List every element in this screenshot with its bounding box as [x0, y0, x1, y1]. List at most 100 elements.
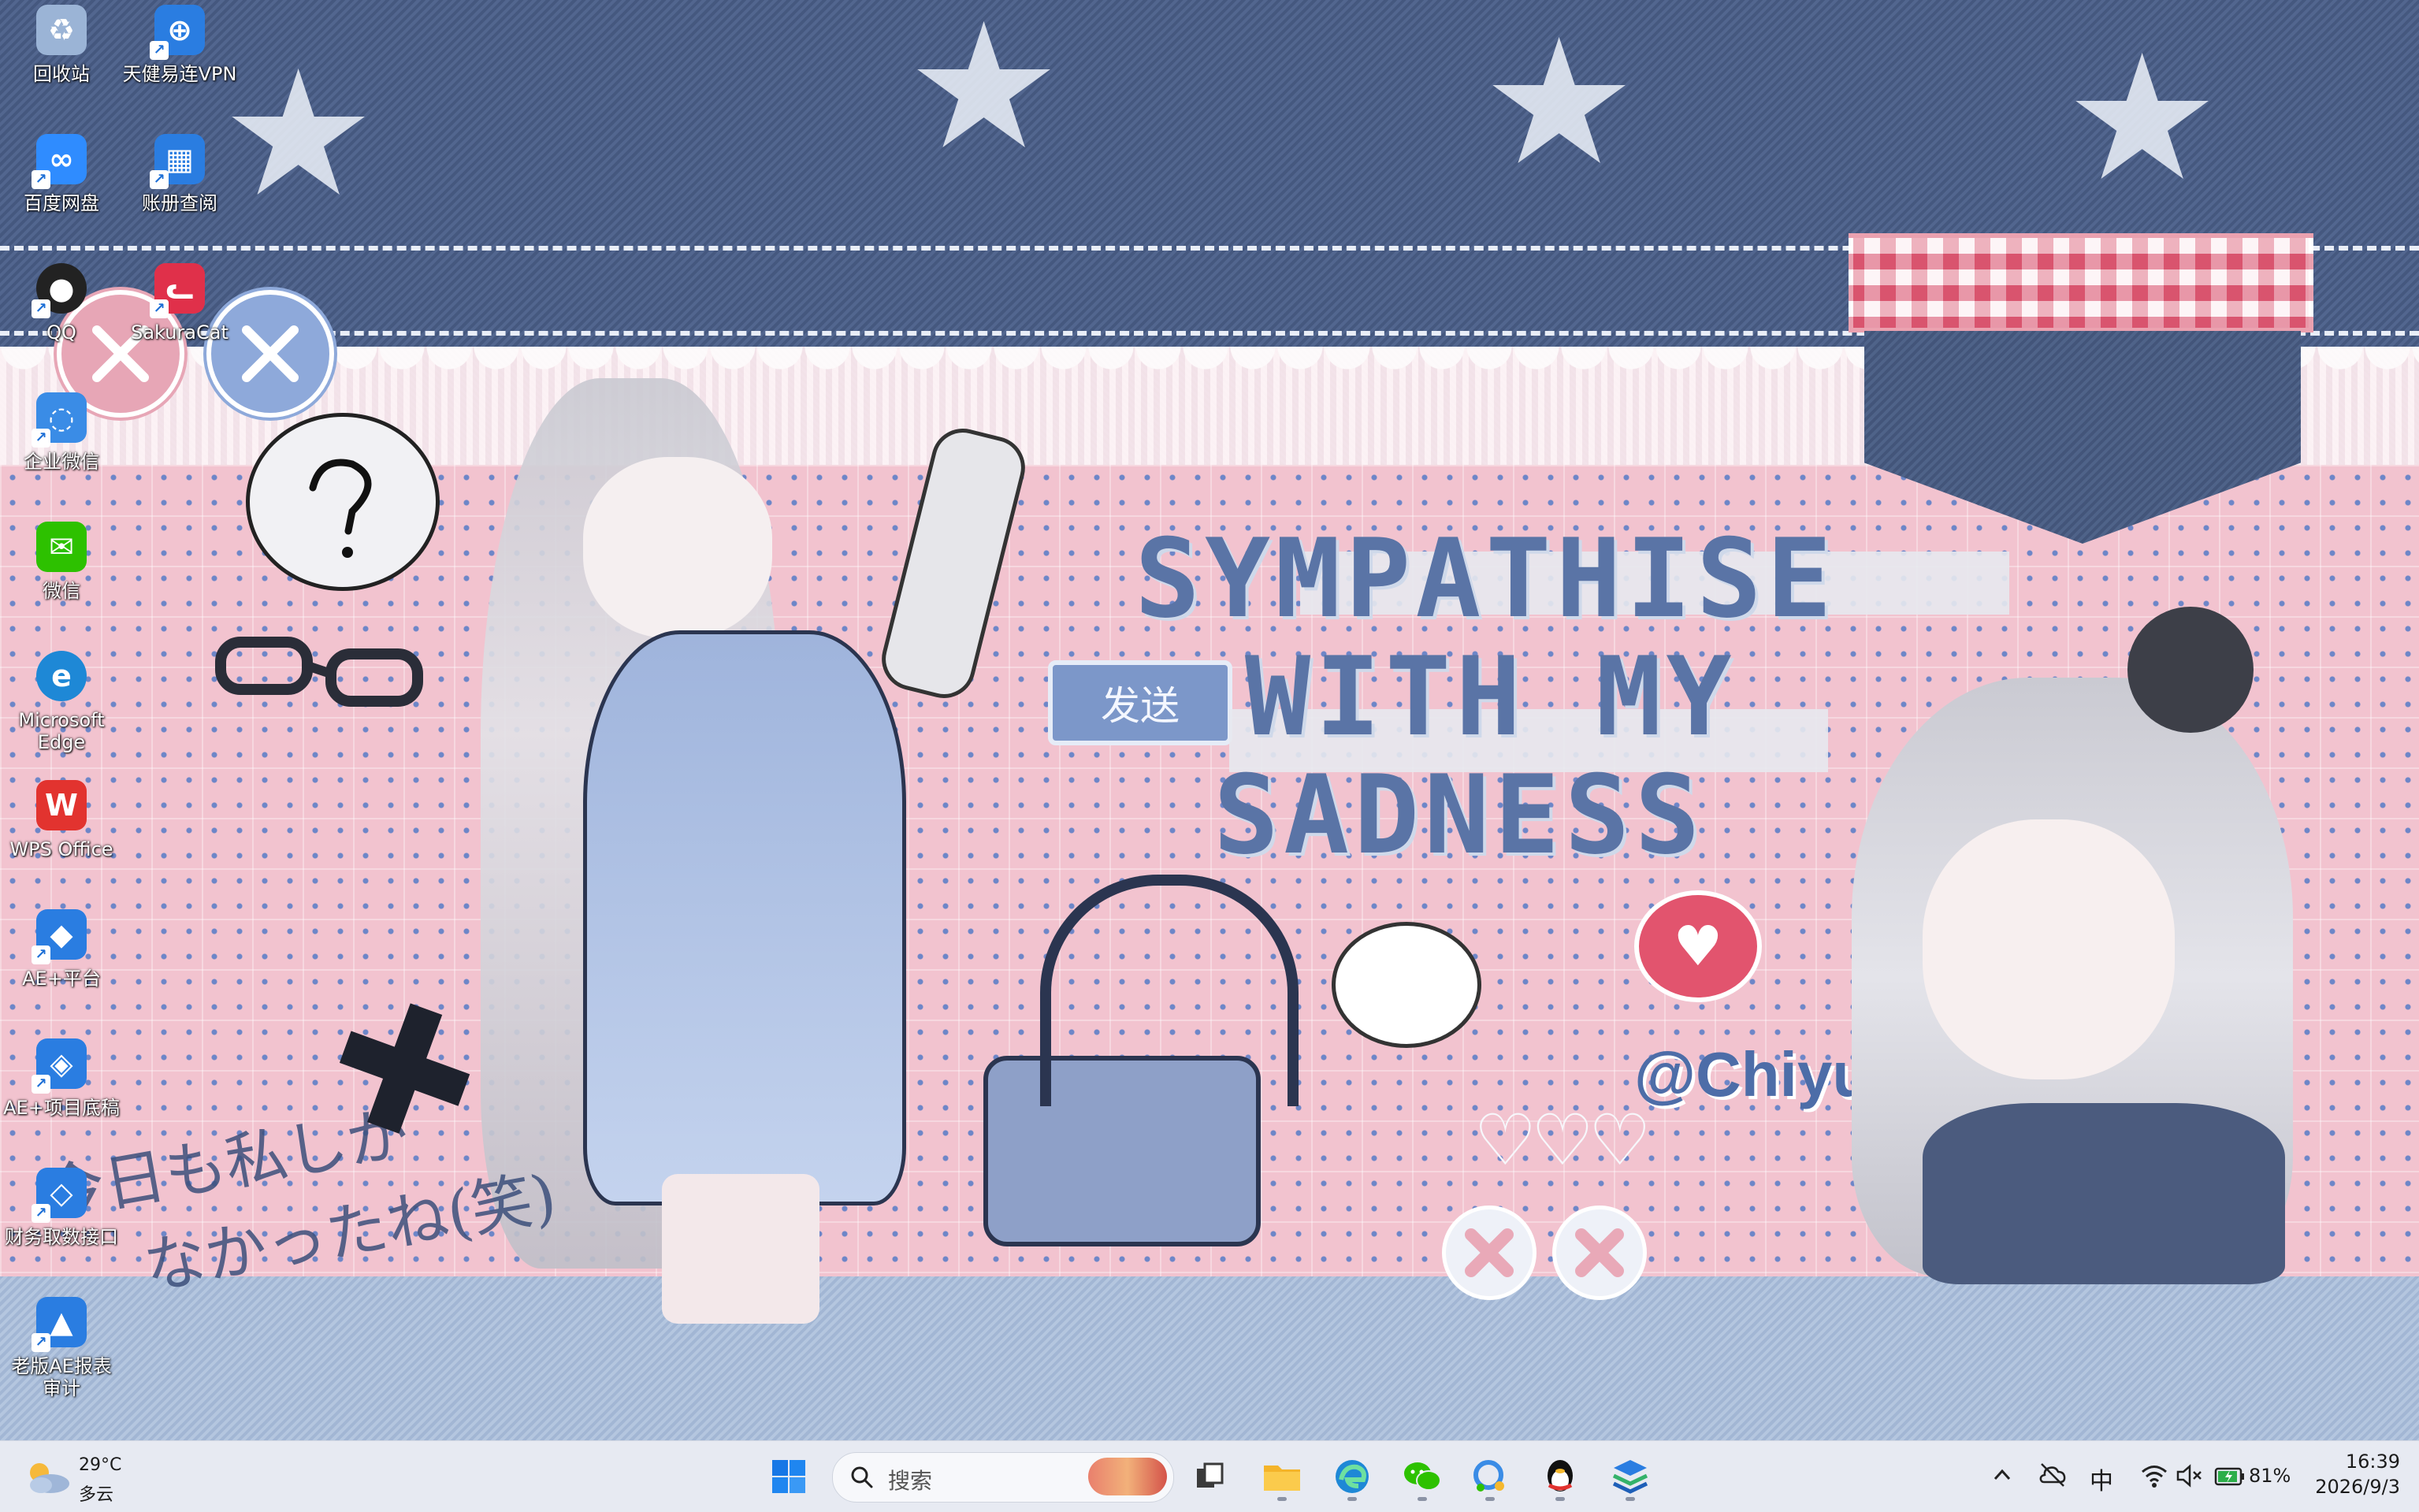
desktop-icon-wecom[interactable]: ◌ ↗ 企业微信 [0, 388, 123, 511]
qq-penguin-icon: ● ↗ [32, 263, 87, 318]
desktop-icon-label: 财务取数接口 [5, 1226, 118, 1248]
question-bubble-icon [246, 413, 440, 591]
title-line-2: WITH MY [1245, 633, 1737, 760]
folder-icon [1264, 1466, 1300, 1491]
star-decoration: ★ [1481, 2, 1637, 203]
wechat-button[interactable] [1396, 1451, 1448, 1503]
clock-time: 16:39 [2345, 1451, 2400, 1473]
weather-desc: 多云 [79, 1485, 114, 1505]
desktop-icon-sakuracat[interactable]: ᓚ ↗ SakuraCat [118, 258, 241, 381]
running-indicator [1555, 1497, 1565, 1501]
battery-charging-icon [2214, 1467, 2244, 1486]
glasses-icon [215, 637, 423, 707]
desktop-icon-wechat[interactable]: ✉ 微信 [0, 517, 123, 640]
desktop-icon-ae-project[interactable]: ◈ ↗ AE+项目底稿 [0, 1034, 123, 1157]
star-decoration: ★ [221, 33, 377, 235]
wallpaper-title: SYMPATHISE WITH MY SADNESS [1135, 520, 1994, 875]
start-button[interactable] [763, 1451, 815, 1503]
ghost-cat-icon [1332, 922, 1481, 1048]
gingham-ribbon [1849, 233, 2313, 332]
desktop-icon-label: 回收站 [33, 63, 90, 85]
running-indicator [1347, 1497, 1357, 1501]
desktop-icon-label: AE+平台 [22, 968, 101, 990]
weather-temp: 29°C [79, 1455, 122, 1475]
wecom-icon: ◌ ↗ [32, 392, 87, 448]
show-hidden-icons-button[interactable] [1989, 1462, 2016, 1488]
pink-x-decoration-icon [1552, 1206, 1647, 1300]
desktop-icon-vpn[interactable]: ⊕ ↗ 天健易连VPN [118, 0, 241, 123]
star-decoration: ★ [2064, 17, 2220, 219]
desktop-icon-wps[interactable]: W WPS Office [0, 775, 123, 898]
vpn-icon: ⊕ ↗ [150, 5, 205, 60]
recycle-bin-icon: ♻ [36, 5, 87, 55]
desktop-icon-label: SakuraCat [131, 321, 229, 344]
wecom-button[interactable] [1464, 1451, 1516, 1503]
layers-app-button[interactable] [1604, 1451, 1656, 1503]
star-decoration: ★ [906, 0, 1062, 188]
ae-project-icon: ◈ ↗ [32, 1038, 87, 1094]
desktop-icon-label: 百度网盘 [24, 192, 99, 214]
handbag-strap [1040, 875, 1299, 1106]
heart-bubble-icon: ♥ [1634, 890, 1762, 1002]
task-view-button[interactable] [1183, 1451, 1236, 1503]
taskbar-search[interactable]: 搜索 [832, 1452, 1174, 1503]
girl-legs-illustration [662, 1174, 819, 1324]
edge-icon: e [36, 651, 87, 701]
ae-platform-icon: ◆ ↗ [32, 909, 87, 964]
hair-bow-icon [2127, 607, 2254, 733]
desktop-icon-label: 账册查阅 [142, 192, 217, 214]
clock[interactable]: 16:39 2026/9/3 [2309, 1449, 2411, 1504]
file-explorer-button[interactable] [1256, 1451, 1308, 1503]
pixel-hearts-icon: ♡♡♡ [1473, 1099, 1652, 1182]
qq-button[interactable] [1534, 1451, 1586, 1503]
cloud-sun-icon [30, 1463, 69, 1493]
baidu-netdisk-icon: ∞ ↗ [32, 134, 87, 189]
title-line-1: SYMPATHISE [1135, 515, 1837, 642]
desktop-icon-finance-data[interactable]: ◇ ↗ 财务取数接口 [0, 1163, 123, 1286]
wifi-icon [2142, 1466, 2167, 1488]
desktop-icon-label: 天健易连VPN [122, 63, 237, 85]
running-indicator [1626, 1497, 1635, 1501]
running-indicator [1277, 1497, 1287, 1501]
desktop-icon-label: 企业微信 [24, 451, 99, 473]
desktop-icon-ae-platform[interactable]: ◆ ↗ AE+平台 [0, 905, 123, 1027]
volume-button[interactable] [2175, 1462, 2203, 1490]
desktop-icon-label: 微信 [43, 580, 80, 602]
battery-button[interactable] [2214, 1462, 2246, 1490]
volume-muted-icon [2176, 1464, 2202, 1488]
glasses-girl-sweater-illustration [1923, 1103, 2285, 1284]
running-indicator [1418, 1497, 1427, 1501]
desktop-icon-recycle-bin[interactable]: ♻ 回收站 [0, 0, 123, 123]
running-indicator [1485, 1497, 1495, 1501]
edge-icon [1336, 1460, 1369, 1493]
clock-date: 2026/9/3 [2315, 1476, 2400, 1498]
windows-start-icon [772, 1460, 805, 1493]
desktop-icon-baidu-netdisk[interactable]: ∞ ↗ 百度网盘 [0, 129, 123, 252]
onedrive-status-button[interactable] [2038, 1460, 2068, 1490]
wps-icon: W [36, 780, 87, 830]
wechat-icon [1404, 1462, 1441, 1491]
edge-button[interactable] [1326, 1451, 1378, 1503]
task-view-icon [1197, 1462, 1224, 1488]
desktop-wallpaper: ★ ★ ★ ★ 发送 SYMPATHISE WITH MY SADNESS ♡♡… [0, 0, 2419, 1440]
desktop-icon-edge[interactable]: e Microsoft Edge [0, 646, 123, 769]
glasses-girl-face-illustration [1923, 819, 2175, 1079]
desktop-icon-qq[interactable]: ● ↗ QQ [0, 258, 123, 381]
layers-icon [1612, 1460, 1648, 1494]
network-button[interactable] [2140, 1462, 2168, 1490]
ae-report-icon: ▲ ↗ [32, 1297, 87, 1352]
desktop-icon-ledger[interactable]: ▦ ↗ 账册查阅 [118, 129, 241, 252]
finance-data-icon: ◇ ↗ [32, 1168, 87, 1223]
search-highlight-icon [1088, 1458, 1167, 1495]
sakuracat-icon: ᓚ ↗ [150, 263, 205, 318]
ledger-icon: ▦ ↗ [150, 134, 205, 189]
ime-indicator[interactable]: 中 [2090, 1462, 2113, 1496]
taskbar: 29°C 多云 搜索 中 81% 16:39 2026/9/3 [0, 1440, 2419, 1512]
desktop-icon-ae-report[interactable]: ▲ ↗ 老版AE报表审计 [0, 1292, 123, 1415]
desktop-icon-label: QQ [46, 321, 76, 344]
weather-widget[interactable]: 29°C 多云 [24, 1449, 134, 1505]
cloud-off-icon [2039, 1463, 2066, 1487]
battery-percent: 81% [2249, 1465, 2291, 1487]
pink-x-decoration-icon [1442, 1206, 1536, 1300]
wechat-icon: ✉ [36, 522, 87, 572]
